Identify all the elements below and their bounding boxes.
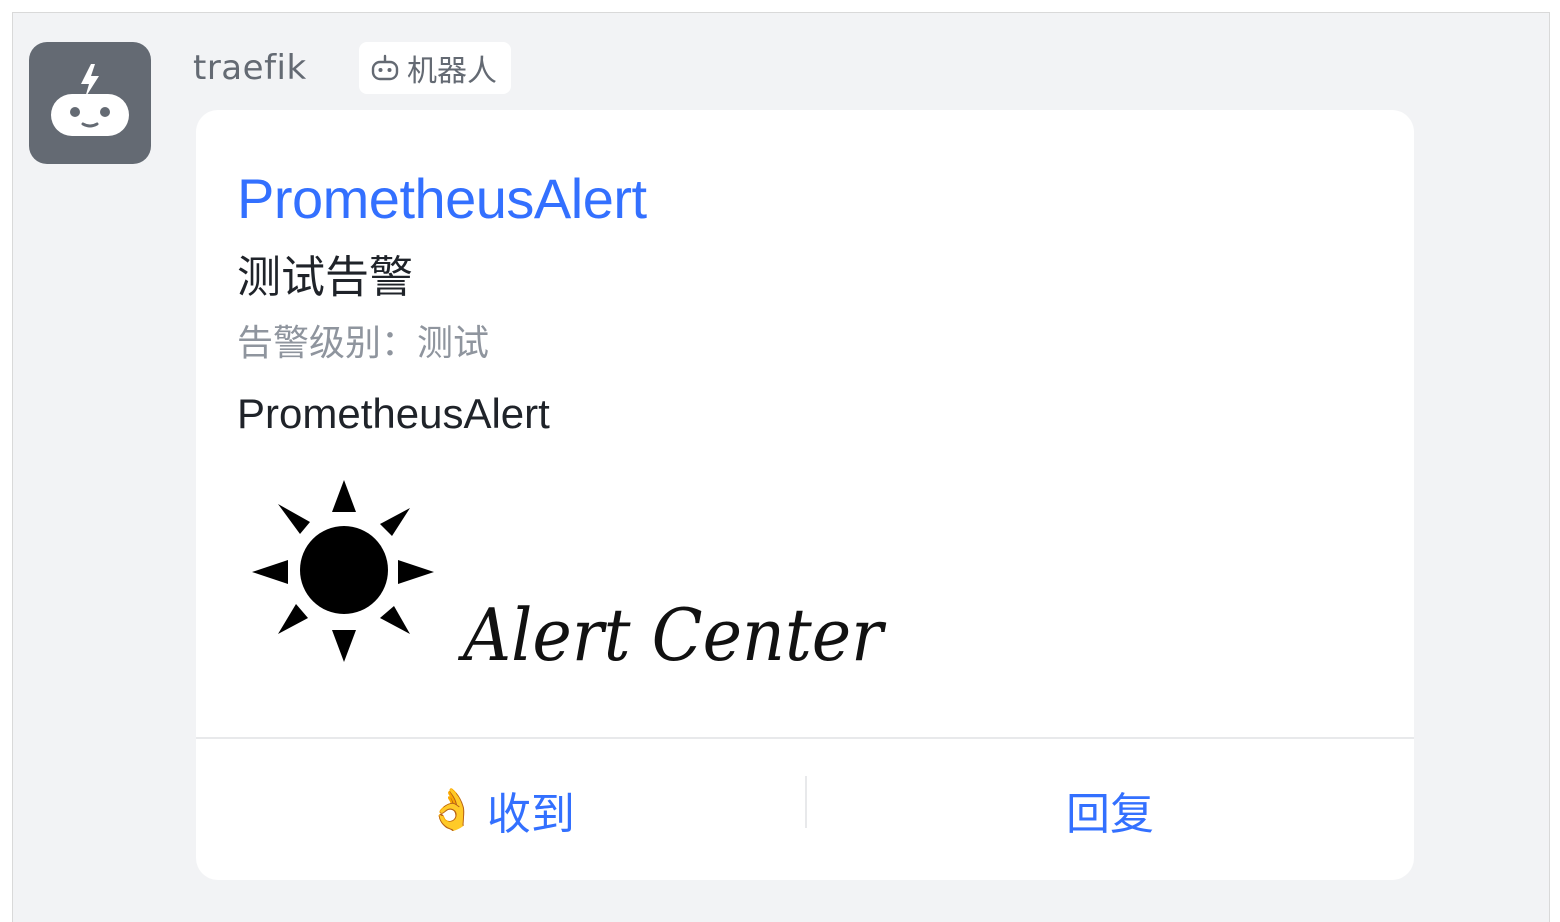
bot-avatar[interactable]: [29, 42, 151, 164]
robot-icon: [51, 64, 129, 136]
alert-level: 告警级别：测试: [237, 323, 490, 364]
sun-logo-icon: [252, 480, 434, 662]
card-title[interactable]: PrometheusAlert: [237, 164, 647, 234]
ok-hand-icon: 👌: [427, 786, 477, 833]
reply-label: 回复: [1066, 788, 1154, 840]
card-body-text: PrometheusAlert: [237, 390, 550, 437]
acknowledge-button[interactable]: 👌 收到: [196, 739, 806, 880]
robot-icon: [371, 54, 399, 81]
sender-name[interactable]: traefik: [193, 46, 307, 90]
bot-tag: 机器人: [359, 42, 511, 94]
acknowledge-label: 收到: [486, 788, 575, 840]
card-heading: 测试告警: [237, 252, 413, 303]
alert-center-logo-text: Alert Center: [457, 593, 886, 672]
bot-tag-label: 机器人: [407, 54, 497, 89]
alert-center-image[interactable]: Alert Center: [248, 472, 898, 672]
reply-button[interactable]: 回复: [806, 739, 1414, 880]
message-card: PrometheusAlert 测试告警 告警级别：测试 PrometheusA…: [196, 110, 1414, 880]
